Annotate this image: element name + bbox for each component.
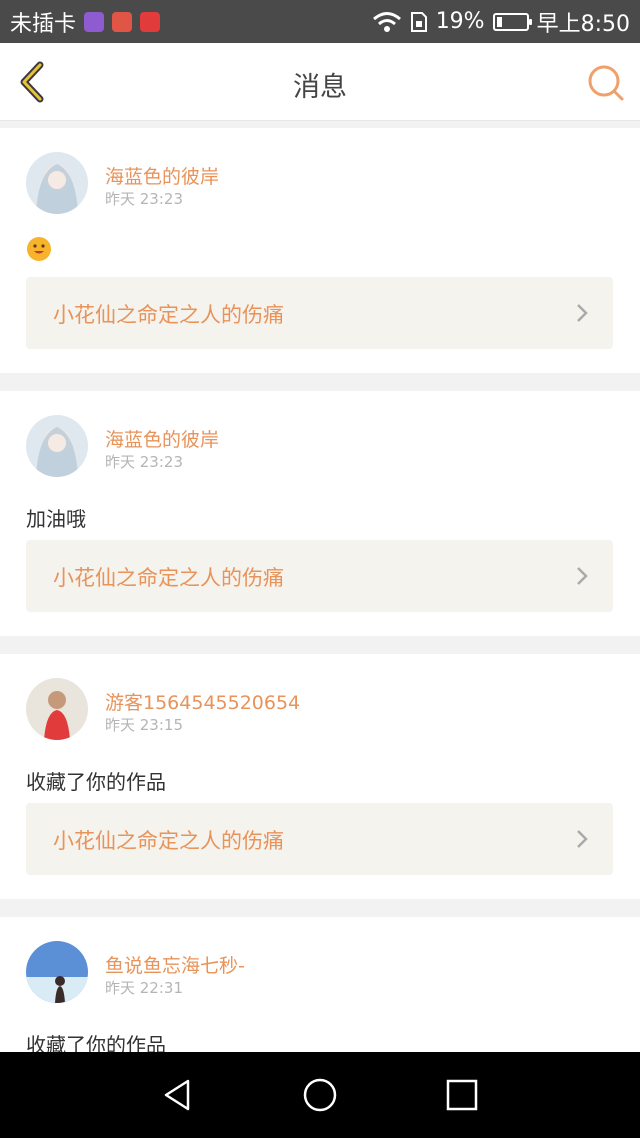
wifi-icon bbox=[372, 11, 401, 32]
message-time: 昨天 23:15 bbox=[105, 716, 183, 734]
username[interactable]: 鱼说鱼忘海七秒- bbox=[105, 951, 245, 978]
message-time: 昨天 22:31 bbox=[105, 979, 183, 997]
message-item[interactable]: 鱼说鱼忘海七秒- 昨天 22:31 收藏了你的作品 bbox=[0, 917, 640, 1052]
work-title: 小花仙之命定之人的伤痛 bbox=[53, 303, 284, 327]
carrier-text: 未插卡 bbox=[10, 11, 77, 37]
music-app-icon bbox=[140, 11, 161, 32]
nav-back-button[interactable] bbox=[158, 1075, 198, 1115]
message-content: 收藏了你的作品 bbox=[26, 770, 166, 794]
message-time: 昨天 23:23 bbox=[105, 190, 183, 208]
chevron-right-icon bbox=[577, 304, 588, 322]
status-bar-left: 未插卡 bbox=[10, 6, 161, 38]
search-button[interactable] bbox=[586, 63, 626, 103]
avatar[interactable] bbox=[26, 415, 88, 477]
avatar[interactable] bbox=[26, 941, 88, 1003]
battery-percent: 19% bbox=[435, 9, 485, 34]
app-header: 消息 bbox=[0, 43, 640, 121]
avatar[interactable] bbox=[26, 678, 88, 740]
work-link[interactable]: 小花仙之命定之人的伤痛 bbox=[26, 540, 613, 612]
system-nav-bar bbox=[0, 1052, 640, 1138]
smile-emoji-icon bbox=[27, 237, 51, 261]
clock: 早上8:50 bbox=[536, 11, 630, 37]
message-item[interactable]: 海蓝色的彼岸 昨天 23:23 加油哦 小花仙之命定之人的伤痛 bbox=[0, 391, 640, 636]
work-link[interactable]: 小花仙之命定之人的伤痛 bbox=[26, 803, 613, 875]
message-content: 收藏了你的作品 bbox=[26, 1033, 166, 1052]
page-title: 消息 bbox=[293, 72, 347, 103]
work-link[interactable]: 小花仙之命定之人的伤痛 bbox=[26, 277, 613, 349]
message-time: 昨天 23:23 bbox=[105, 453, 183, 471]
avatar[interactable] bbox=[26, 152, 88, 214]
message-item[interactable]: 游客1564545520654 昨天 23:15 收藏了你的作品 小花仙之命定之… bbox=[0, 654, 640, 899]
work-title: 小花仙之命定之人的伤痛 bbox=[53, 566, 284, 590]
nav-recents-button[interactable] bbox=[442, 1075, 482, 1115]
sim-icon bbox=[410, 11, 427, 32]
message-list[interactable]: 海蓝色的彼岸 昨天 23:23 小花仙之命定之人的伤痛 海蓝色的彼岸 昨天 23… bbox=[0, 121, 640, 1052]
message-content: 加油哦 bbox=[26, 507, 86, 531]
tools-app-icon bbox=[112, 11, 133, 32]
gallery-app-icon bbox=[84, 11, 105, 32]
username[interactable]: 海蓝色的彼岸 bbox=[105, 425, 219, 452]
battery-icon bbox=[492, 12, 532, 31]
status-bar: 未插卡 19% 早上8:50 bbox=[0, 0, 640, 43]
status-bar-right: 19% 早上8:50 bbox=[372, 6, 630, 38]
username[interactable]: 游客1564545520654 bbox=[105, 688, 300, 715]
chevron-right-icon bbox=[577, 567, 588, 585]
message-item[interactable]: 海蓝色的彼岸 昨天 23:23 小花仙之命定之人的伤痛 bbox=[0, 128, 640, 373]
nav-home-button[interactable] bbox=[300, 1075, 340, 1115]
username[interactable]: 海蓝色的彼岸 bbox=[105, 162, 219, 189]
work-title: 小花仙之命定之人的伤痛 bbox=[53, 829, 284, 853]
chevron-right-icon bbox=[577, 830, 588, 848]
